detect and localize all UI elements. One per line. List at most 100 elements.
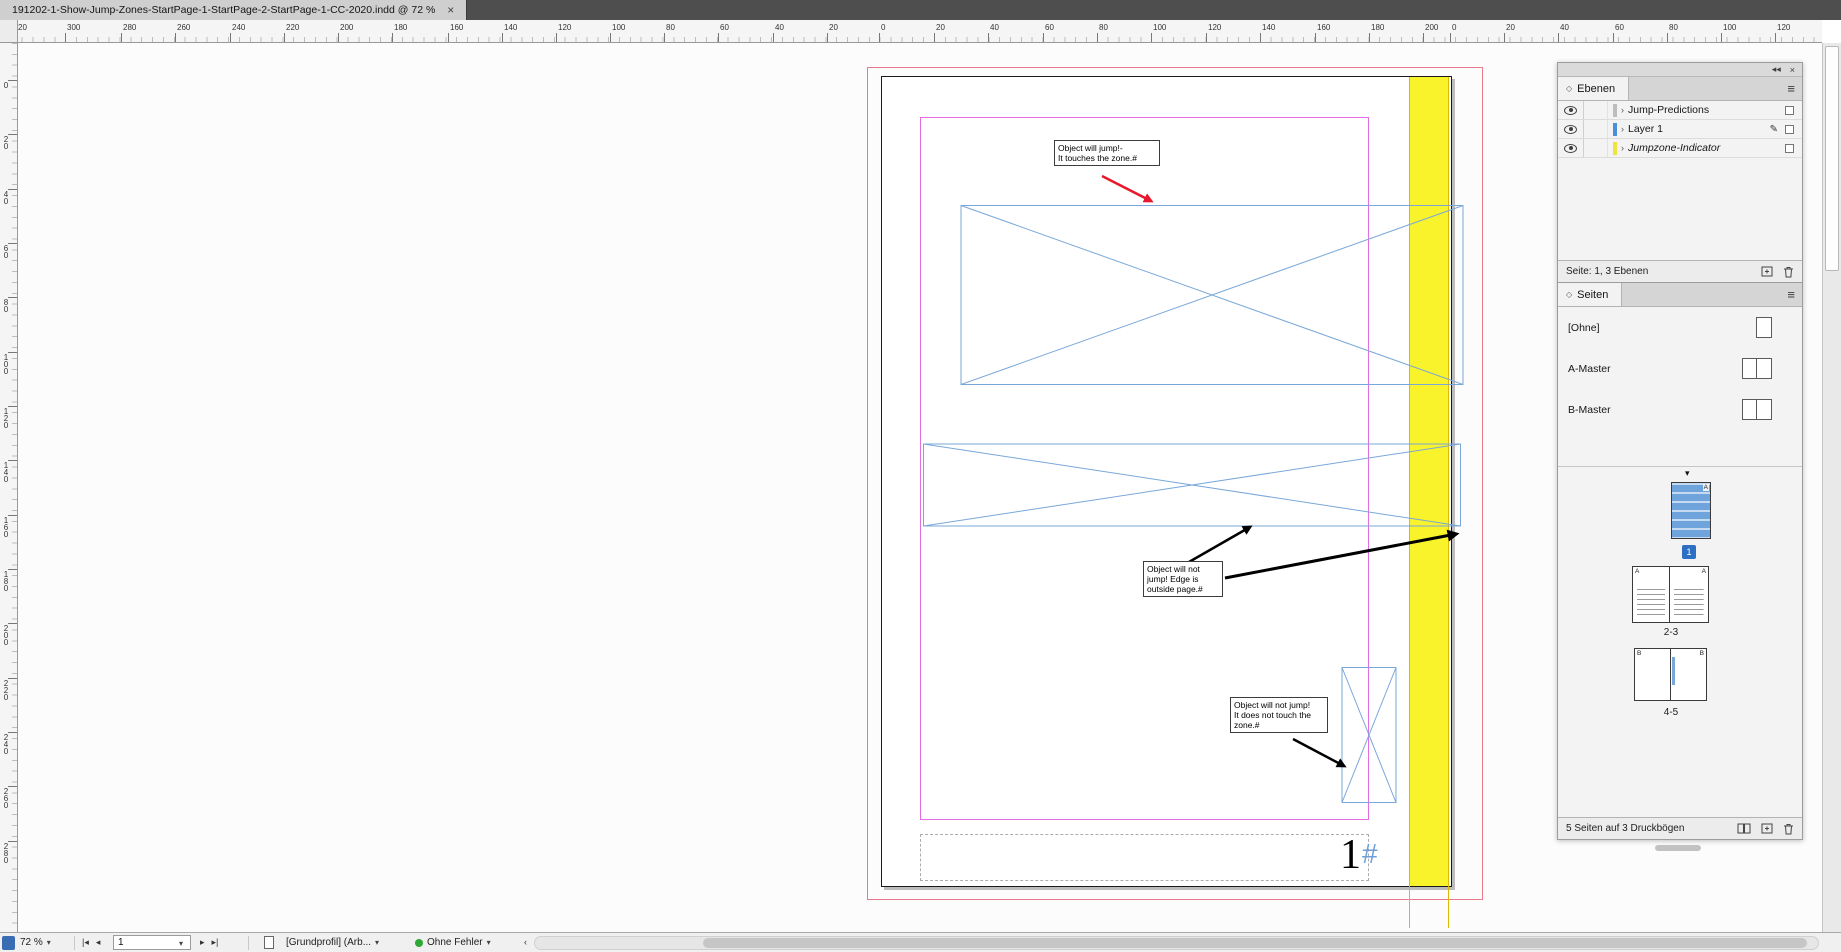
- callout-no-jump-zone[interactable]: Object will not jump! It does not touch …: [1230, 697, 1328, 733]
- layer-name[interactable]: Layer 1: [1628, 123, 1663, 135]
- previous-page-button[interactable]: ◂: [94, 937, 103, 948]
- ruler-tick: [338, 33, 339, 42]
- visibility-toggle[interactable]: [1558, 120, 1584, 138]
- delete-layer-trash-icon[interactable]: [1783, 266, 1794, 278]
- tab-close-icon[interactable]: ×: [447, 4, 454, 16]
- profile-dropdown-icon[interactable]: ▾: [375, 938, 379, 947]
- app-corner-icon: [2, 936, 15, 950]
- next-page-button[interactable]: ▸: [198, 937, 207, 948]
- page-field-dropdown-icon[interactable]: ▾: [179, 939, 183, 948]
- edit-spread-icon[interactable]: [1737, 823, 1751, 834]
- ruler-label: 120: [558, 23, 572, 32]
- ruler-tick: [502, 33, 503, 42]
- delete-page-trash-icon[interactable]: [1783, 823, 1794, 835]
- scroll-left-arrow[interactable]: ‹: [522, 937, 529, 947]
- dock-resize-grip[interactable]: [1655, 845, 1701, 851]
- preflight-profile-dropdown[interactable]: [Grundprofil] (Arb... ▾: [286, 933, 379, 952]
- page-thumbnail-3[interactable]: A: [1669, 566, 1709, 623]
- page-thumbnail-4[interactable]: B: [1634, 648, 1671, 701]
- callout-no-jump-edge[interactable]: Object will not jump! Edge is outside pa…: [1143, 561, 1223, 597]
- canvas[interactable]: Object will jump!- It touches the zone.#…: [18, 43, 1822, 932]
- lock-cell[interactable]: [1584, 139, 1608, 157]
- tab-ebenen[interactable]: ◇ Ebenen: [1558, 77, 1630, 100]
- page-thumbnail-5[interactable]: B: [1670, 648, 1707, 701]
- vertical-ruler[interactable]: 0 2 0 4 0 6 0 8 0 1 0 0 1 2 0 1 4 0 1 6 0 1 8 0 2 …: [0, 43, 18, 932]
- visibility-toggle[interactable]: [1558, 101, 1584, 119]
- page-number-text-frame[interactable]: [920, 834, 1369, 881]
- preflight-dropdown-icon[interactable]: ▾: [487, 938, 491, 947]
- preflight-status[interactable]: Ohne Fehler ▾: [415, 933, 491, 952]
- layers-panel-menu-icon[interactable]: ≡: [1787, 81, 1795, 96]
- expander-icon[interactable]: ›: [1621, 105, 1624, 115]
- document-tab[interactable]: 191202-1-Show-Jump-Zones-StartPage-1-Sta…: [0, 0, 468, 20]
- layer-target-box[interactable]: [1785, 124, 1794, 134]
- master-name: B-Master: [1568, 403, 1611, 416]
- ruler-tick: [8, 786, 17, 787]
- eye-icon: [1564, 105, 1577, 115]
- ruler-label: 0: [1452, 23, 1457, 32]
- page-thumbnail-1[interactable]: A: [1671, 482, 1711, 539]
- ruler-label: 1 4 0: [3, 461, 9, 484]
- new-page-icon[interactable]: [1761, 823, 1773, 834]
- document-title: 191202-1-Show-Jump-Zones-StartPage-1-Sta…: [12, 4, 436, 16]
- jumpzone-indicator-rect[interactable]: [1409, 77, 1449, 886]
- tab-seiten[interactable]: ◇ Seiten: [1558, 283, 1623, 306]
- page-1-badge[interactable]: 1: [1682, 545, 1696, 559]
- layer-target-box[interactable]: [1785, 105, 1794, 115]
- expander-icon[interactable]: ›: [1621, 143, 1624, 153]
- layer-name[interactable]: Jumpzone-Indicator: [1628, 142, 1720, 154]
- preflight-ok-dot: [415, 938, 423, 947]
- horizontal-scrollbar-thumb[interactable]: [703, 938, 1807, 948]
- status-bar: 72 % ▾ |◂ ◂ ▾ ▸ ▸| [Grundprofil] (Arb...…: [0, 932, 1841, 952]
- pages-panel-menu-icon[interactable]: ≡: [1787, 287, 1795, 302]
- callout-line: jump! Edge is: [1147, 574, 1199, 584]
- lock-cell[interactable]: [1584, 120, 1608, 138]
- page-number[interactable]: 1 #: [1340, 832, 1378, 878]
- layer-row-layer-1[interactable]: › Layer 1 ✎: [1558, 120, 1802, 139]
- master-row-ohne[interactable]: [Ohne]: [1558, 307, 1802, 348]
- ruler-label: 100: [1153, 23, 1167, 32]
- last-page-button[interactable]: ▸|: [210, 937, 221, 948]
- ruler-label: 280: [123, 23, 137, 32]
- layer-name[interactable]: Jump-Predictions: [1628, 104, 1709, 116]
- callout-will-jump[interactable]: Object will jump!- It touches the zone.#: [1054, 140, 1160, 166]
- ruler-origin-corner[interactable]: [0, 20, 18, 43]
- master-row-a-master[interactable]: A-Master: [1558, 348, 1802, 389]
- page-number-numeral: 1: [1340, 832, 1361, 878]
- collapse-panels-icon[interactable]: ◂◂: [1772, 64, 1781, 75]
- page-thumbnail-2[interactable]: A: [1632, 566, 1670, 623]
- pages-status-text: 5 Seiten auf 3 Druckbögen: [1566, 823, 1685, 834]
- layer-row-jump-predictions[interactable]: › Jump-Predictions: [1558, 101, 1802, 120]
- horizontal-scrollbar[interactable]: [534, 936, 1819, 950]
- vertical-scrollbar-thumb[interactable]: [1825, 46, 1839, 271]
- expander-icon[interactable]: ›: [1621, 124, 1624, 134]
- layer-row-jumpzone-indicator[interactable]: › Jumpzone-Indicator: [1558, 139, 1802, 158]
- close-dock-icon[interactable]: ×: [1790, 65, 1795, 75]
- master-letter: A: [1702, 484, 1709, 491]
- ruler-label: 160: [450, 23, 464, 32]
- column-guide-left: [1409, 77, 1410, 928]
- column-guide-right: [1448, 77, 1449, 928]
- indesign-app: 191202-1-Show-Jump-Zones-StartPage-1-Sta…: [0, 0, 1841, 952]
- document-tab-bar: 191202-1-Show-Jump-Zones-StartPage-1-Sta…: [0, 0, 1841, 20]
- ruler-label: 20: [1506, 23, 1515, 32]
- ruler-label: 200: [340, 23, 354, 32]
- ruler-tick: [8, 80, 17, 81]
- callout-line: outside page.#: [1147, 584, 1203, 594]
- ruler-label: 20: [829, 23, 838, 32]
- first-page-button[interactable]: |◂: [80, 937, 91, 948]
- master-row-b-master[interactable]: B-Master: [1558, 389, 1802, 430]
- zoom-control[interactable]: 72 % ▾: [20, 933, 51, 952]
- ruler-label: 140: [504, 23, 518, 32]
- visibility-toggle[interactable]: [1558, 139, 1584, 157]
- vertical-scrollbar[interactable]: [1822, 43, 1841, 932]
- spread-marker-icon: ▾: [1685, 468, 1690, 478]
- horizontal-ruler[interactable]: 20 300 280 260 240 220 200 180 160 140 120 100 80 60 4…: [0, 20, 1822, 43]
- new-layer-icon[interactable]: [1761, 266, 1773, 277]
- ruler-tick: [284, 33, 285, 42]
- layer-target-box[interactable]: [1785, 143, 1794, 153]
- lock-cell[interactable]: [1584, 101, 1608, 119]
- layers-panel: › Jump-Predictions › Layer 1 ✎ › Jumpzon…: [1558, 101, 1802, 283]
- zoom-dropdown-icon[interactable]: ▾: [47, 938, 51, 947]
- ruler-label: 20: [936, 23, 945, 32]
